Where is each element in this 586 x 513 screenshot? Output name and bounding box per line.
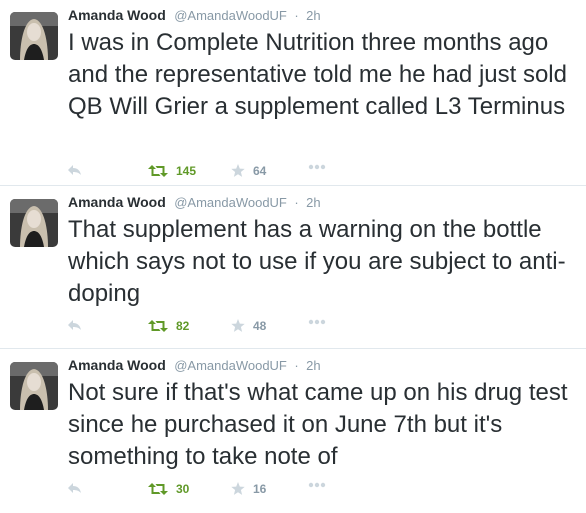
timestamp[interactable]: 2h [306,8,320,23]
tweet-actions: 30 16 [68,482,348,502]
avatar[interactable] [10,12,58,60]
author-handle[interactable]: @AmandaWoodUF [174,358,287,373]
more-button[interactable] [308,164,326,170]
tweet-feed: Amanda Wood @AmandaWoodUF · 2h I was in … [0,0,586,513]
reply-button[interactable] [68,319,82,331]
favorite-button[interactable]: 64 [231,164,266,178]
tweet-text: Not sure if that's what came up on his d… [68,379,568,470]
reply-icon [68,320,81,330]
author-handle[interactable]: @AmandaWoodUF [174,8,287,23]
reply-button[interactable] [68,164,82,176]
favorite-count: 64 [253,164,267,178]
favorite-button[interactable]: 16 [231,482,266,496]
retweet-count: 145 [176,164,197,178]
tweet-actions: 82 48 [68,319,348,339]
favorite-count: 48 [253,319,267,333]
separator-dot: · [294,358,299,373]
star-icon [231,164,245,177]
author-name[interactable]: Amanda Wood [68,194,166,210]
tweet-header: Amanda Wood @AmandaWoodUF · 2h [68,357,321,375]
tweet-actions: 145 64 [68,164,348,184]
reply-button[interactable] [68,482,82,494]
timestamp[interactable]: 2h [306,358,320,373]
retweet-count: 82 [176,319,190,333]
retweet-icon [148,320,168,332]
retweet-count: 30 [176,482,190,496]
star-icon [231,319,245,332]
author-handle[interactable]: @AmandaWoodUF [174,195,287,210]
tweet-text: That supplement has a warning on the bot… [68,216,566,307]
retweet-icon [148,165,168,177]
retweet-button[interactable]: 82 [148,319,189,333]
separator-dot: · [294,195,299,210]
avatar[interactable] [10,362,58,410]
author-name[interactable]: Amanda Wood [68,7,166,23]
separator-dot: · [294,8,299,23]
favorite-button[interactable]: 48 [231,319,266,333]
tweet-header: Amanda Wood @AmandaWoodUF · 2h [68,7,321,25]
tweet[interactable]: Amanda Wood @AmandaWoodUF · 2h I was in … [0,0,586,186]
favorite-count: 16 [253,482,267,496]
reply-icon [68,165,81,175]
author-name[interactable]: Amanda Wood [68,357,166,373]
timestamp[interactable]: 2h [306,195,320,210]
more-button[interactable] [308,482,326,488]
avatar[interactable] [10,199,58,247]
ellipsis-icon [308,319,326,325]
tweet-text: I was in Complete Nutrition three months… [68,29,567,120]
retweet-icon [148,483,168,495]
ellipsis-icon [308,482,326,488]
retweet-button[interactable]: 30 [148,482,189,496]
reply-icon [68,483,81,493]
ellipsis-icon [308,164,326,170]
tweet[interactable]: Amanda Wood @AmandaWoodUF · 2h Not sure … [0,350,586,513]
tweet-header: Amanda Wood @AmandaWoodUF · 2h [68,194,321,212]
more-button[interactable] [308,319,326,325]
star-icon [231,482,245,495]
retweet-button[interactable]: 145 [148,164,196,178]
tweet[interactable]: Amanda Wood @AmandaWoodUF · 2h That supp… [0,187,586,349]
